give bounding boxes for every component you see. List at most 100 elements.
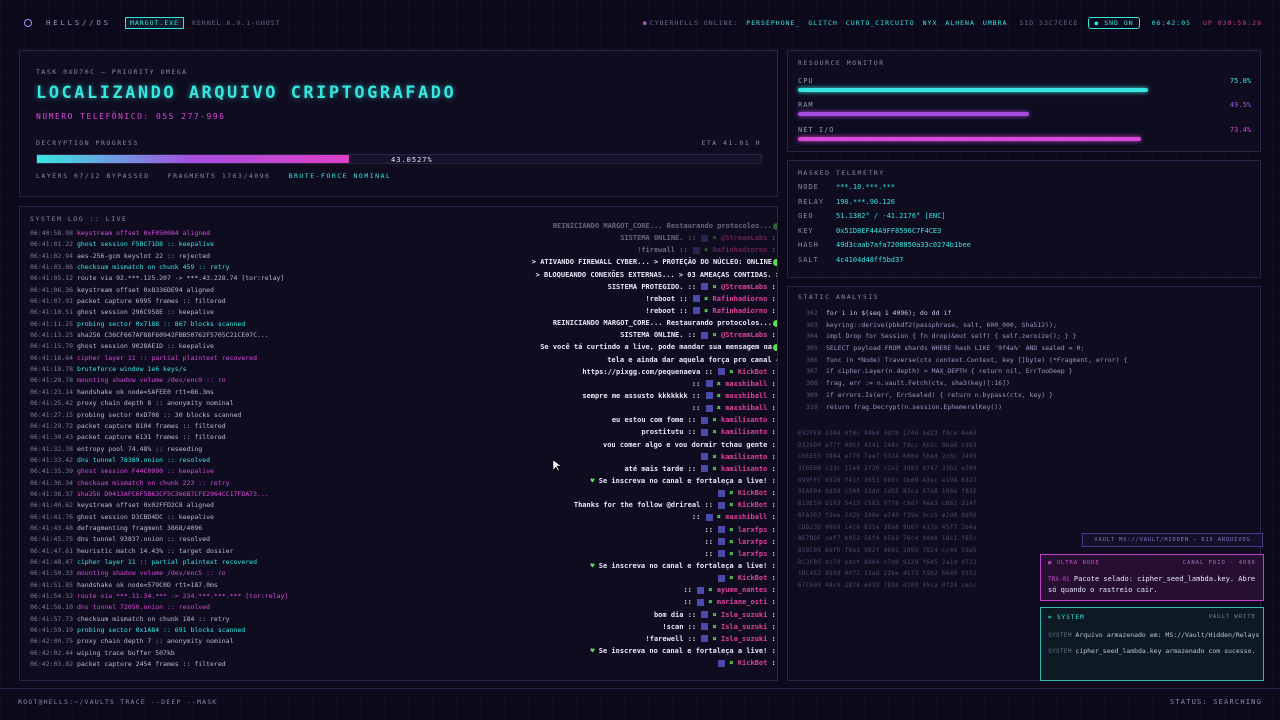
brand-name: HELLS//OS <box>46 19 111 27</box>
hex-line: 899FFC b326 f41f 3653 683c 1bd9 43ec e19… <box>798 477 977 484</box>
system-text-2: cipher_seed_lambda.key armazenado com su… <box>1075 646 1256 655</box>
chat-username[interactable]: Rafinhadiorno <box>713 307 768 315</box>
chat-username[interactable]: KickBot <box>738 659 768 667</box>
log-timestamp: 06:42:02.44 <box>30 648 74 657</box>
chat-username[interactable]: maxshiball <box>725 404 767 412</box>
online-user[interactable]: GLITCH <box>808 19 837 27</box>
chat-username[interactable]: KickBot <box>738 501 768 509</box>
log-lines: 06:40:58.98 keystream offset 0xF050084 a… <box>30 228 330 670</box>
log-timestamp: 06:42:03.82 <box>30 660 74 669</box>
chat-message: :: <box>691 513 705 522</box>
online-user[interactable]: ALHENA <box>945 19 974 27</box>
online-user[interactable]: PERSEPHONE_ <box>746 19 800 27</box>
log-line: 06:41:40.62 keystream offset 0x02FFD2C8 … <box>30 500 330 511</box>
chat-username[interactable]: Isla_suzuki <box>721 635 767 643</box>
process-chip[interactable]: MARGOT.EXE <box>124 17 185 29</box>
online-label: CYBERHELLS ONLINE: <box>649 19 739 27</box>
chat-username[interactable]: larxfps <box>738 538 768 546</box>
kick-icon: ✖ <box>725 501 738 510</box>
code-line: 305 SELECT payload FROM shards WHERE hash… <box>806 343 1127 355</box>
kick-icon: ✖ <box>708 416 721 425</box>
sound-toggle[interactable]: ● SND ON <box>1088 17 1140 29</box>
chat-message: !farewell :: <box>645 634 701 643</box>
chat-username[interactable]: KickBot <box>738 489 768 497</box>
chat-username[interactable]: Rafinhadiorno <box>713 295 768 303</box>
chat-username[interactable]: KickBot <box>738 574 768 582</box>
log-line: 06:41:56.10 dns tunnel 72050.onion :: re… <box>30 602 330 613</box>
kick-icon: ✖ <box>725 367 738 376</box>
log-message: mounting shadow volume /dev/enc5 :: ro <box>76 569 226 578</box>
log-line: 06:41:11.25 probing sector 0x7188 :: 867… <box>30 319 330 330</box>
chat-line: REINICIANDO MARGOT_CORE... Restaurando p… <box>510 220 777 232</box>
code-listing: 302 for i in $(seq 1 4096); do dd if 303 ke… <box>806 308 1127 413</box>
kick-icon: ✖ <box>708 634 721 643</box>
chat-username[interactable]: KickBot <box>738 368 768 376</box>
chat-username[interactable]: kamilisanto <box>721 465 767 473</box>
chat-username[interactable]: mariane_osti <box>717 598 768 606</box>
chat-sep: :: <box>771 379 777 388</box>
chat-username[interactable]: kamilisanto <box>721 416 767 424</box>
task-stats: LAYERS 07/12 BYPASSED FRAGMENTS 1763/409… <box>36 172 391 180</box>
chat-username[interactable]: Isla_suzuki <box>721 611 767 619</box>
chat-username[interactable]: larxfps <box>738 550 768 558</box>
chat-username[interactable]: Rafinhadiorno <box>713 246 768 254</box>
chat-username[interactable]: kamilisanto <box>721 428 767 436</box>
chat-username[interactable]: @StreamLabs <box>721 331 767 339</box>
online-user[interactable]: UMBRA <box>983 19 1008 27</box>
badge-icon <box>705 513 713 521</box>
chat-sep: :: <box>771 306 777 315</box>
log-line: 06:41:43.48 defragmenting fragment 3868/… <box>30 523 330 534</box>
chat-username[interactable]: kamilisanto <box>721 453 767 461</box>
chat-sep: :: <box>771 659 777 668</box>
cpu-value: 75.0% <box>1229 77 1251 85</box>
chat-sep: :: <box>771 489 777 498</box>
chat-username[interactable]: maxshiball <box>725 513 767 521</box>
code-line: 309 if errors.Is(err, ErrSealed) { return… <box>806 390 1127 402</box>
system-log-panel[interactable]: SYSTEM LOG :: LIVE 06:40:58.98 keystream… <box>19 206 778 681</box>
log-timestamp: 06:41:15.79 <box>30 342 74 351</box>
kick-icon: ✖ <box>712 391 726 400</box>
chat-username[interactable]: @StreamLabs <box>721 234 767 242</box>
chat-username[interactable]: larxfps <box>738 526 768 534</box>
ram-bar <box>798 112 1029 116</box>
chat-username[interactable]: maxshiball <box>725 392 767 400</box>
chat-icon: ▣ <box>1048 560 1057 566</box>
system-card[interactable]: ⌗ SYSTEM VAULT WRITE SYSTEM Arquivo arma… <box>1040 607 1264 681</box>
log-timestamp: 06:41:13.25 <box>30 331 74 340</box>
chat-sep: :: <box>771 367 777 376</box>
chat-line: REINICIANDO MARGOT_CORE... Restaurando p… <box>510 317 777 329</box>
users-icon: ⚉ <box>642 19 647 27</box>
chat-message: prostitutu :: <box>641 428 701 437</box>
chat-username[interactable]: maxshiball <box>725 380 767 388</box>
chat-username[interactable]: Isla_suzuki <box>721 623 767 631</box>
chat-line: vou comer algo e vou dormir tchau gente … <box>510 439 777 451</box>
kick-icon: ✖ <box>725 537 738 546</box>
ultra-node-card[interactable]: ▣ ULTRA NODE CANAL FRIO · 4096 TRX-01 Pa… <box>1040 554 1264 601</box>
chat-message: https://pixgg.com/pequenaeva :: <box>582 367 718 376</box>
chat-line: !farewell :: ✖ Isla_suzuki :: <box>510 633 777 645</box>
system-body: SYSTEM Arquivo armazenado em: MS://Vault… <box>1048 630 1260 656</box>
chat-username[interactable]: ayume_nantes <box>717 586 768 594</box>
badge-icon <box>692 307 700 315</box>
online-user[interactable]: CURTO_CIRCUITO <box>846 19 915 27</box>
ram-value: 49.5% <box>1229 101 1251 109</box>
log-message: keystream offset 0xF050084 aligned <box>76 229 211 237</box>
terminal-prompt[interactable]: ROOT@HELLS:~/VAULTS TRACE --DEEP --MASK <box>18 698 217 706</box>
line-number: 307 <box>806 367 818 376</box>
log-line: 06:42:03.82 packet capture 2454 frames :… <box>30 659 330 670</box>
log-timestamp: 06:41:27.15 <box>30 410 74 419</box>
online-user[interactable]: NYX <box>923 19 938 27</box>
chat-line: ✖ KickBot :: <box>510 657 777 669</box>
chat-username[interactable]: @StreamLabs <box>721 283 767 291</box>
chat-line: bom dia :: ✖ Isla_suzuki :: <box>510 609 777 621</box>
log-message: route via 92.***.125.207 -> ***.43.228.7… <box>76 274 285 283</box>
log-title: SYSTEM LOG :: LIVE <box>30 215 128 223</box>
hex-line: DC3FB5 bc79 edcf 8d64 c7d0 9129 f6d5 2a1… <box>798 559 977 566</box>
chat-sep: :: <box>771 428 777 437</box>
chat-message: :: <box>704 537 718 546</box>
log-timestamp: 06:41:25.42 <box>30 399 74 408</box>
log-timestamp: 06:41:57.73 <box>30 614 74 623</box>
kick-icon: ✖ <box>704 598 717 607</box>
chat-message: REINICIANDO MARGOT_CORE... Restaurando p… <box>552 319 772 328</box>
log-timestamp: 06:41:23.14 <box>30 387 74 396</box>
